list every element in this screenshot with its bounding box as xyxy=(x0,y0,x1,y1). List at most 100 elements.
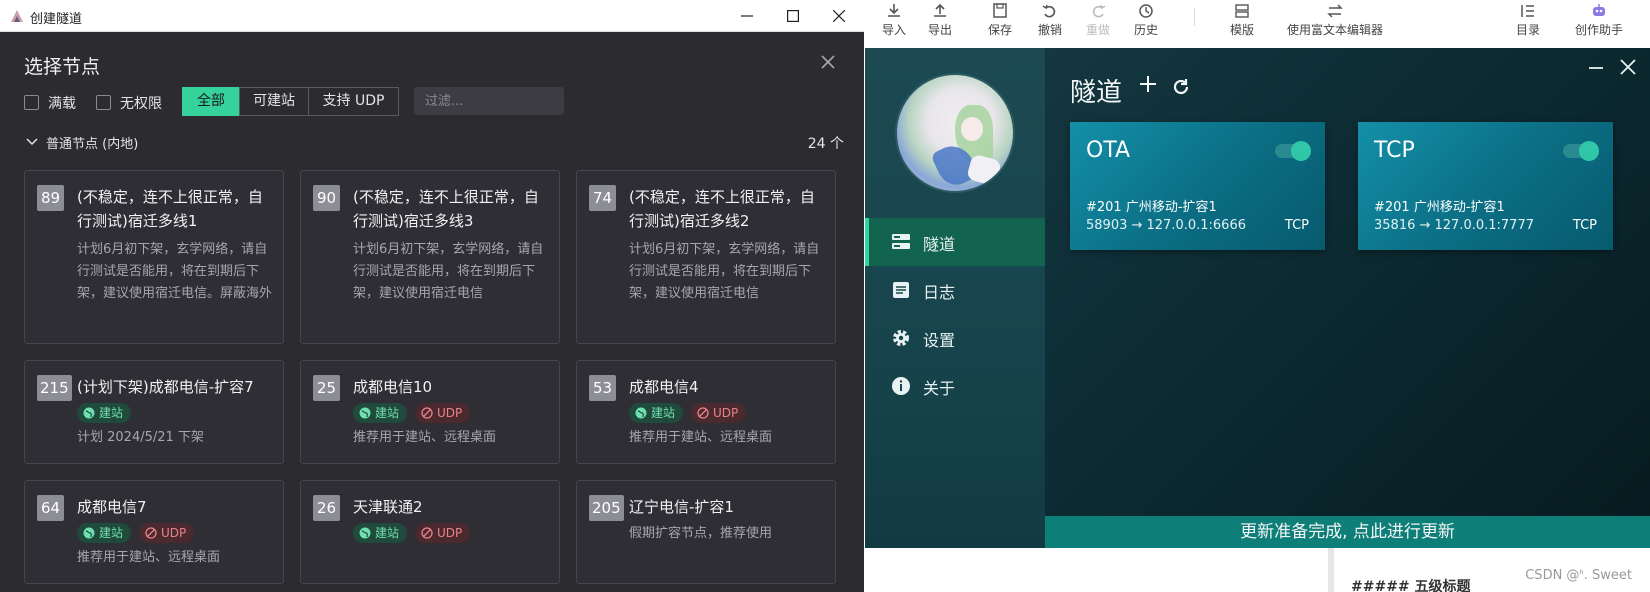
nav-label-about: 关于 xyxy=(923,379,956,398)
dialog-titlebar: 创建隧道 xyxy=(0,0,864,32)
full-load-checkbox[interactable]: 满载 xyxy=(24,92,84,112)
tunnel-card[interactable]: OTA #201 广州移动-扩容1 58903 → 127.0.0.1:6666… xyxy=(1070,122,1325,250)
nav-item-settings[interactable]: 设置 xyxy=(865,314,1045,362)
import-icon xyxy=(888,4,900,17)
node-id-badge: 89 xyxy=(37,185,64,211)
history-label: 历史 xyxy=(1133,23,1158,37)
app-sidebar: 隧道 日志 设置 关于 xyxy=(865,48,1045,548)
tag-label: 建站 xyxy=(99,526,124,540)
tunnel-mapping: 35816 → 127.0.0.1:7777 xyxy=(1374,218,1534,233)
segment-udp[interactable]: 支持 UDP xyxy=(308,87,399,116)
info-icon xyxy=(892,377,910,395)
watermark: CSDN @ᑋ. Sweet xyxy=(1525,568,1632,583)
close-button[interactable] xyxy=(1617,56,1639,78)
site-tag: 建站 xyxy=(353,403,408,423)
tunnel-protocol: TCP xyxy=(1284,218,1309,233)
nav-label-settings: 设置 xyxy=(923,331,956,350)
node-name: (不稳定，连不上很正常，自行测试)宿迁多线3 xyxy=(353,188,539,230)
close-icon xyxy=(833,10,845,22)
node-id-badge: 205 xyxy=(589,495,624,521)
checkbox-box xyxy=(24,95,39,110)
node-card[interactable]: 89 (不稳定，连不上很正常，自行测试)宿迁多线1 计划6月初下架，玄学网络，请… xyxy=(24,170,284,344)
add-tunnel-button[interactable] xyxy=(1137,74,1159,100)
nav-item-about[interactable]: 关于 xyxy=(865,362,1045,410)
site-tag: 建站 xyxy=(629,403,684,423)
document-icon xyxy=(893,282,909,298)
window-minimize-button[interactable] xyxy=(724,0,770,32)
node-id-badge: 25 xyxy=(313,375,340,401)
tunnel-enable-toggle[interactable] xyxy=(1563,141,1599,161)
filter-input[interactable] xyxy=(414,87,564,115)
group-count: 24 个 xyxy=(807,136,844,152)
globe-icon xyxy=(83,527,95,539)
window-close-button[interactable] xyxy=(816,0,862,32)
segment-site[interactable]: 可建站 xyxy=(239,87,309,116)
node-card[interactable]: 26 天津联通2 建站 UDP xyxy=(300,480,560,584)
node-card[interactable]: 215 (计划下架)成都电信-扩容7 建站 计划 2024/5/21 下架 xyxy=(24,360,284,464)
tunnel-card[interactable]: TCP #201 广州移动-扩容1 35816 → 127.0.0.1:7777… xyxy=(1358,122,1613,250)
minimize-button[interactable] xyxy=(1585,56,1607,78)
tag-label: 建站 xyxy=(375,526,400,540)
page-title: 隧道 xyxy=(1070,78,1123,108)
save-button[interactable]: 保存 xyxy=(972,0,1028,44)
node-card[interactable]: 64 成都电信7 建站 UDP 推荐用于建站、远程桌面 xyxy=(24,480,284,584)
tunnel-protocol: TCP xyxy=(1572,218,1597,233)
refresh-button[interactable] xyxy=(1170,76,1192,98)
node-description: 推荐用于建站、远程桌面 xyxy=(629,430,773,445)
sakurafrp-window: 隧道 日志 设置 关于 隧道 OTA #201 广州移动-扩容1 58903 →… xyxy=(865,48,1650,548)
export-button[interactable]: 导出 xyxy=(912,0,968,44)
writing-assistant-button[interactable]: 创作助手 xyxy=(1564,0,1634,44)
prohibited-icon xyxy=(421,527,433,539)
segment-all[interactable]: 全部 xyxy=(182,87,240,116)
site-tag: 建站 xyxy=(77,403,132,423)
robot-icon xyxy=(1593,4,1605,16)
save-label: 保存 xyxy=(987,23,1012,37)
plus-icon xyxy=(1140,76,1156,92)
node-card[interactable]: 25 成都电信10 建站 UDP 推荐用于建站、远程桌面 xyxy=(300,360,560,464)
site-tag: 建站 xyxy=(77,523,132,543)
nav-item-tunnels[interactable]: 隧道 xyxy=(865,218,1045,266)
tunnel-node: #201 广州移动-扩容1 xyxy=(1374,200,1505,215)
node-card[interactable]: 205 辽宁电信-扩容1 假期扩容节点，推荐使用 xyxy=(576,480,836,584)
rich-text-editor-button[interactable]: 使用富文本编辑器 xyxy=(1280,0,1390,44)
node-name: (不稳定，连不上很正常，自行测试)宿迁多线2 xyxy=(629,188,815,230)
prohibited-icon xyxy=(697,407,709,419)
node-group-header[interactable]: 普通节点 (内地) 24 个 xyxy=(24,132,844,152)
gear-icon xyxy=(893,330,909,346)
nav-item-logs[interactable]: 日志 xyxy=(865,266,1045,314)
node-description: 推荐用于建站、远程桌面 xyxy=(353,430,497,445)
tag-label: UDP xyxy=(437,406,463,420)
window-maximize-button[interactable] xyxy=(770,0,816,32)
update-banner[interactable]: 更新准备完成, 点此进行更新 xyxy=(1045,516,1650,548)
udp-tag: UDP xyxy=(415,403,471,423)
tunnel-mapping: 58903 → 127.0.0.1:6666 xyxy=(1086,218,1246,233)
globe-icon xyxy=(635,407,647,419)
node-id-badge: 26 xyxy=(313,495,340,521)
tag-label: 建站 xyxy=(99,406,124,420)
node-card[interactable]: 53 成都电信4 建站 UDP 推荐用于建站、远程桌面 xyxy=(576,360,836,464)
no-permission-checkbox[interactable]: 无权限 xyxy=(96,92,166,112)
maximize-icon xyxy=(787,10,799,22)
globe-icon xyxy=(359,407,371,419)
tunnel-enable-toggle[interactable] xyxy=(1275,141,1311,161)
history-button[interactable]: 历史 xyxy=(1118,0,1174,44)
writing-assistant-label: 创作助手 xyxy=(1574,23,1623,37)
window-title: 创建隧道 xyxy=(30,12,83,27)
dialog-close-button[interactable] xyxy=(820,54,840,74)
history-icon xyxy=(1139,4,1153,18)
minimize-icon xyxy=(1589,67,1603,69)
node-card[interactable]: 74 (不稳定，连不上很正常，自行测试)宿迁多线2 计划6月初下架，玄学网络，请… xyxy=(576,170,836,344)
site-tag: 建站 xyxy=(353,523,408,543)
redo-icon xyxy=(1092,4,1106,18)
export-icon xyxy=(934,3,946,17)
tag-label: UDP xyxy=(161,526,187,540)
avatar[interactable] xyxy=(895,73,1015,193)
nav-label-tunnels: 隧道 xyxy=(923,235,956,254)
template-button[interactable]: 模版 xyxy=(1214,0,1270,44)
globe-icon xyxy=(359,527,371,539)
udp-tag: UDP xyxy=(415,523,471,543)
switch-icon xyxy=(1327,4,1343,18)
udp-tag: UDP xyxy=(691,403,747,423)
node-card[interactable]: 90 (不稳定，连不上很正常，自行测试)宿迁多线3 计划6月初下架，玄学网络，请… xyxy=(300,170,560,344)
outline-button[interactable]: 目录 xyxy=(1500,0,1556,44)
